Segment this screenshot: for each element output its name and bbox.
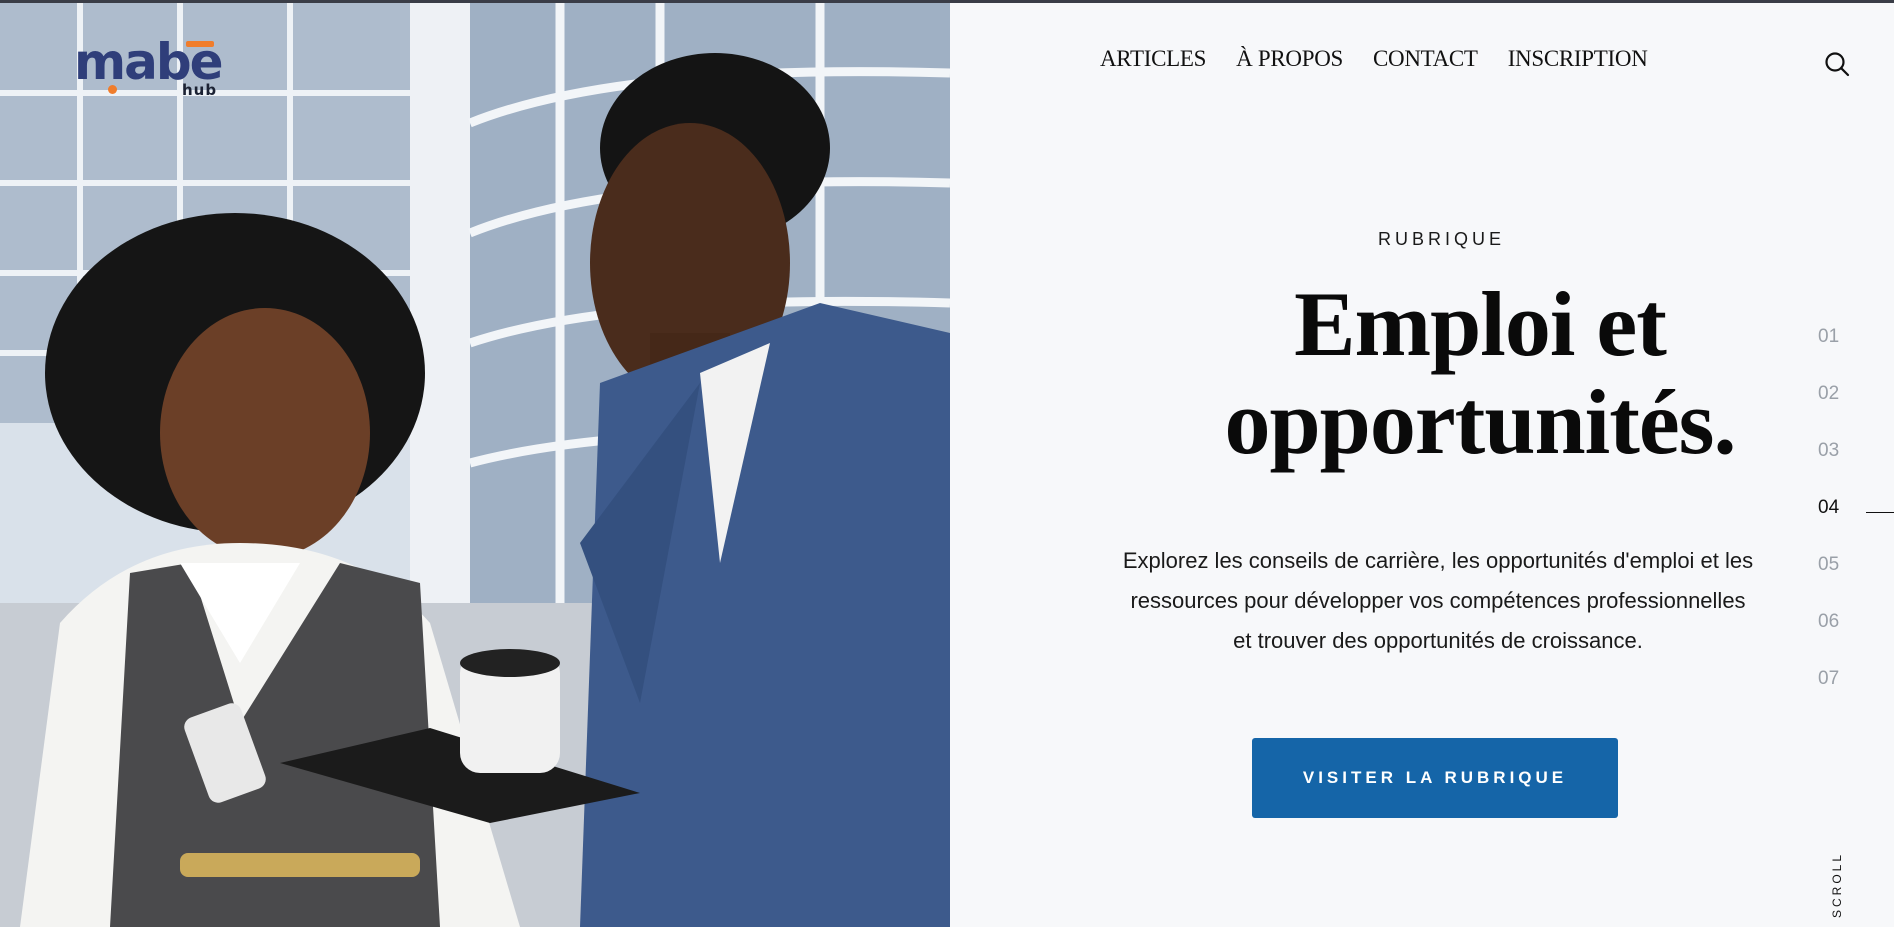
nav-item-inscription[interactable]: INSCRIPTION (1508, 46, 1648, 72)
nav-item-contact[interactable]: CONTACT (1373, 46, 1478, 72)
top-border (0, 0, 1894, 3)
main-nav: ARTICLES À PROPOS CONTACT INSCRIPTION (1100, 46, 1648, 72)
search-icon (1825, 52, 1850, 77)
slide-index-02[interactable]: 02 (1818, 383, 1858, 405)
logo-subtext: hub (182, 81, 218, 99)
slide-index-05[interactable]: 05 (1818, 554, 1858, 576)
logo-accent-dot (108, 85, 117, 94)
hero-headline-line2: opportunités. (1224, 371, 1737, 473)
logo-accent-bar (186, 41, 214, 47)
slide-index-04[interactable]: 04 (1818, 497, 1858, 519)
nav-item-a-propos[interactable]: À PROPOS (1236, 46, 1343, 72)
hero-headline: Emploi et opportunités. (1080, 275, 1880, 471)
scroll-label: SCROLL (1830, 851, 1844, 918)
hero-headline-line1: Emploi et (1294, 273, 1667, 375)
slide-index-07[interactable]: 07 (1818, 668, 1858, 690)
slide-index-03[interactable]: 03 (1818, 440, 1858, 462)
slide-index-01[interactable]: 01 (1818, 326, 1858, 348)
hero-description: Explorez les conseils de carrière, les o… (1122, 548, 1754, 653)
scroll-hint[interactable]: SCROLL (1830, 852, 1850, 927)
search-button[interactable] (1823, 50, 1851, 78)
active-slide-indicator (1866, 512, 1894, 513)
hero-photo-illustration (0, 3, 950, 927)
hero-photo: mabe hub (0, 3, 950, 927)
slide-index-06[interactable]: 06 (1818, 611, 1858, 633)
visit-section-button[interactable]: VISITER LA RUBRIQUE (1252, 738, 1618, 818)
site-logo[interactable]: mabe hub (74, 37, 224, 99)
nav-item-articles[interactable]: ARTICLES (1100, 46, 1206, 72)
section-eyebrow: RUBRIQUE (1378, 229, 1506, 249)
